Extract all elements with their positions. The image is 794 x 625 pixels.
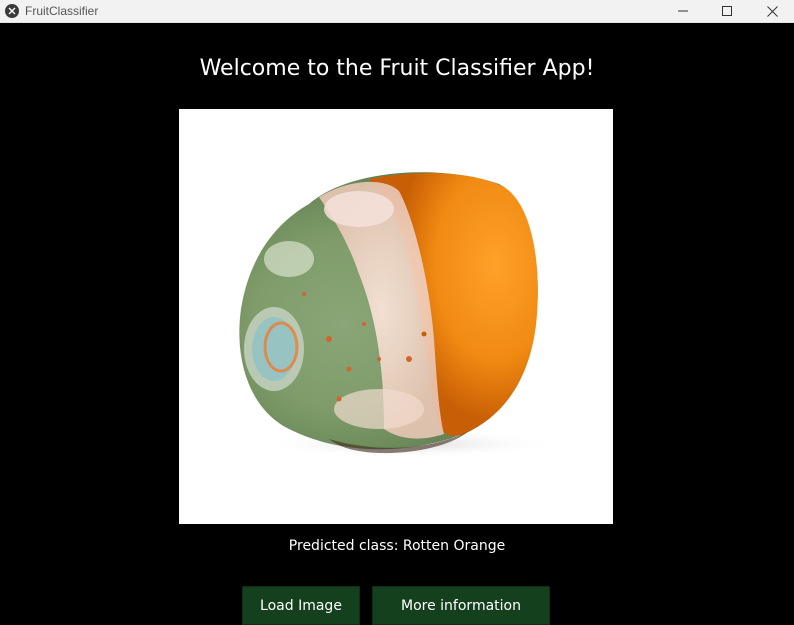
more-information-button[interactable]: More information [372,586,550,625]
load-image-button[interactable]: Load Image [242,586,360,625]
maximize-icon [722,6,732,16]
rotten-orange-illustration [239,172,559,458]
app-window: FruitClassifier Welcome to the Fruit Cla… [0,0,794,625]
prediction-label: Predicted class: Rotten Orange [288,538,506,554]
minimize-icon [678,10,688,12]
maximize-button[interactable] [704,0,750,22]
fruit-image [179,109,613,524]
welcome-heading: Welcome to the Fruit Classifier App! [199,56,595,81]
title-bar[interactable]: FruitClassifier [0,0,794,23]
minimize-button[interactable] [660,0,706,22]
close-icon [766,5,778,17]
close-button[interactable] [749,0,794,22]
window-title: FruitClassifier [25,4,99,18]
app-icon [5,4,19,18]
